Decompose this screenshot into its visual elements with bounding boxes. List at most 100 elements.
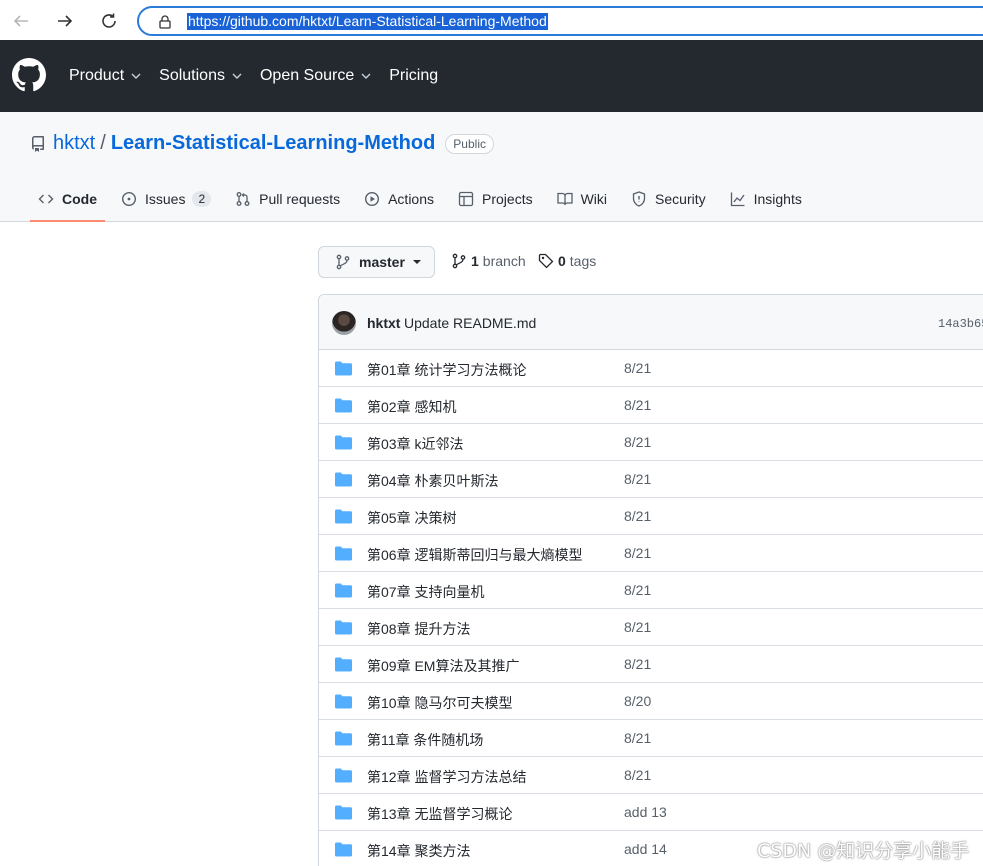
- file-commit-message[interactable]: 8/21: [624, 730, 651, 746]
- list-item[interactable]: 第01章 统计学习方法概论 8/21: [319, 350, 983, 387]
- reload-button[interactable]: [96, 8, 122, 34]
- file-name[interactable]: 第02章 感知机: [367, 397, 456, 417]
- file-commit-message[interactable]: 8/21: [624, 656, 651, 672]
- list-item[interactable]: 第06章 逻辑斯蒂回归与最大熵模型 8/21: [319, 535, 983, 572]
- chevron-down-icon: [232, 71, 242, 81]
- branch-select-button[interactable]: master: [318, 246, 435, 278]
- tab-actions-label: Actions: [388, 191, 435, 207]
- file-name[interactable]: 第04章 朴素贝叶斯法: [367, 471, 498, 491]
- nav-product[interactable]: Product: [69, 67, 141, 85]
- file-name[interactable]: 第11章 条件随机场: [367, 730, 483, 750]
- tab-pull-requests-label: Pull requests: [259, 191, 341, 207]
- address-bar[interactable]: https://github.com/hktxt/Learn-Statistic…: [137, 6, 983, 36]
- branch-label: branch: [482, 253, 526, 269]
- branch-count: 1: [471, 253, 479, 269]
- folder-icon: [335, 805, 352, 820]
- tab-issues[interactable]: Issues 2: [113, 184, 219, 214]
- tab-insights-label: Insights: [753, 191, 802, 207]
- file-name[interactable]: 第01章 统计学习方法概论: [367, 360, 526, 380]
- tag-label: tags: [569, 253, 597, 269]
- file-commit-message[interactable]: 8/21: [624, 471, 651, 487]
- commit-sha[interactable]: 14a3b65: [938, 317, 983, 331]
- file-name[interactable]: 第06章 逻辑斯蒂回归与最大熵模型: [367, 545, 582, 565]
- github-logo-icon[interactable]: [12, 58, 46, 92]
- repo-owner-link[interactable]: hktxt: [53, 132, 95, 155]
- folder-icon: [335, 546, 352, 561]
- file-name[interactable]: 第09章 EM算法及其推广: [367, 656, 519, 676]
- list-item[interactable]: 第13章 无监督学习概论 add 13: [319, 794, 983, 831]
- file-commit-message[interactable]: 8/21: [624, 619, 651, 635]
- chevron-down-icon: [131, 71, 141, 81]
- file-name[interactable]: 第07章 支持向量机: [367, 582, 484, 602]
- list-item[interactable]: 第05章 决策树 8/21: [319, 498, 983, 535]
- tags-link[interactable]: 0 tags: [538, 253, 596, 269]
- repo-name-link[interactable]: Learn-Statistical-Learning-Method: [111, 132, 435, 155]
- arrow-left-icon: [13, 15, 28, 27]
- list-item[interactable]: 第10章 隐马尔可夫模型 8/20: [319, 683, 983, 720]
- commit-message[interactable]: Update README.md: [404, 315, 536, 331]
- arrow-right-icon: [58, 15, 73, 27]
- file-commit-message[interactable]: 8/21: [624, 397, 651, 413]
- folder-icon: [335, 842, 352, 857]
- tab-insights[interactable]: Insights: [722, 184, 810, 214]
- repo-header: hktxt / Learn-Statistical-Learning-Metho…: [0, 112, 983, 222]
- list-item[interactable]: 第07章 支持向量机 8/21: [319, 572, 983, 609]
- branch-name: master: [359, 254, 405, 270]
- commit-author[interactable]: hktxt: [367, 315, 400, 331]
- folder-icon: [335, 472, 352, 487]
- folder-icon: [335, 731, 352, 746]
- file-commit-message[interactable]: 8/21: [624, 434, 651, 450]
- tab-actions[interactable]: Actions: [356, 184, 442, 214]
- nav-pricing[interactable]: Pricing: [389, 67, 438, 85]
- file-commit-message[interactable]: 8/21: [624, 508, 651, 524]
- url-text[interactable]: https://github.com/hktxt/Learn-Statistic…: [187, 13, 548, 30]
- tab-projects[interactable]: Projects: [450, 184, 541, 214]
- list-item[interactable]: 第04章 朴素贝叶斯法 8/21: [319, 461, 983, 498]
- file-commit-message[interactable]: add 13: [624, 804, 667, 820]
- nav-open-source[interactable]: Open Source: [260, 67, 371, 85]
- branches-link[interactable]: 1 branch: [451, 253, 526, 269]
- file-name[interactable]: 第13章 无监督学习概论: [367, 804, 512, 824]
- folder-icon: [335, 694, 352, 709]
- list-item[interactable]: 第12章 监督学习方法总结 8/21: [319, 757, 983, 794]
- file-commit-message[interactable]: 8/20: [624, 693, 651, 709]
- tab-pull-requests[interactable]: Pull requests: [227, 184, 348, 214]
- file-name[interactable]: 第12章 监督学习方法总结: [367, 767, 526, 787]
- list-item[interactable]: 第03章 k近邻法 8/21: [319, 424, 983, 461]
- file-commit-message[interactable]: add 14: [624, 841, 667, 857]
- tab-wiki[interactable]: Wiki: [549, 184, 615, 214]
- visibility-badge: Public: [445, 133, 494, 154]
- file-name[interactable]: 第03章 k近邻法: [367, 434, 463, 454]
- folder-icon: [335, 435, 352, 450]
- tab-security[interactable]: Security: [623, 184, 714, 214]
- file-name[interactable]: 第14章 聚类方法: [367, 841, 470, 861]
- shield-icon: [632, 191, 646, 207]
- file-commit-message[interactable]: 8/21: [624, 360, 651, 376]
- file-name[interactable]: 第10章 隐马尔可夫模型: [367, 693, 512, 713]
- browser-toolbar: https://github.com/hktxt/Learn-Statistic…: [0, 0, 983, 40]
- file-name[interactable]: 第05章 决策树: [367, 508, 456, 528]
- file-commit-message[interactable]: 8/21: [624, 582, 651, 598]
- avatar[interactable]: [332, 311, 356, 335]
- caret-down-icon: [412, 260, 421, 264]
- list-item[interactable]: 第02章 感知机 8/21: [319, 387, 983, 424]
- tab-code[interactable]: Code: [30, 184, 105, 222]
- file-name[interactable]: 第08章 提升方法: [367, 619, 470, 639]
- repo-tabs: Code Issues 2 Pull requests Actions Proj…: [30, 184, 818, 222]
- issue-icon: [121, 191, 137, 207]
- git-branch-icon: [336, 254, 350, 270]
- pull-request-icon: [236, 192, 250, 206]
- folder-icon: [335, 361, 352, 376]
- folder-icon: [335, 657, 352, 672]
- list-item[interactable]: 第08章 提升方法 8/21: [319, 609, 983, 646]
- file-commit-message[interactable]: 8/21: [624, 767, 651, 783]
- nav-solutions[interactable]: Solutions: [159, 67, 242, 85]
- reload-icon: [102, 13, 116, 28]
- play-icon: [365, 191, 380, 207]
- forward-button[interactable]: [52, 8, 78, 34]
- list-item[interactable]: 第11章 条件随机场 8/21: [319, 720, 983, 757]
- back-button[interactable]: [8, 8, 34, 34]
- file-commit-message[interactable]: 8/21: [624, 545, 651, 561]
- list-item[interactable]: 第09章 EM算法及其推广 8/21: [319, 646, 983, 683]
- tab-issues-label: Issues: [145, 191, 186, 207]
